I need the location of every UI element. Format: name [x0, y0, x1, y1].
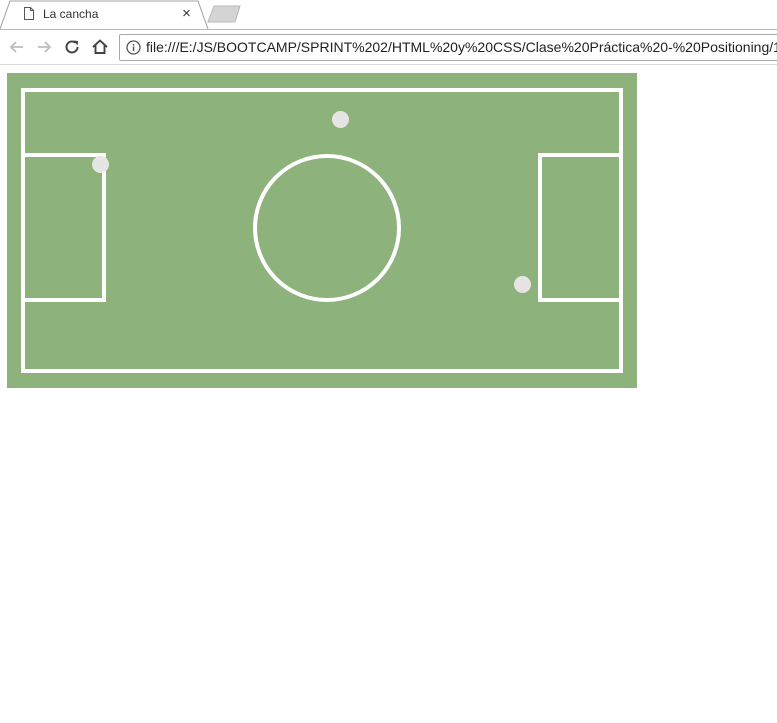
reload-button[interactable]: [62, 37, 82, 57]
info-icon[interactable]: [126, 40, 141, 55]
address-bar[interactable]: file:///E:/JS/BOOTCAMP/SPRINT%202/HTML%2…: [119, 34, 777, 61]
home-icon: [92, 39, 108, 54]
arrow-left-icon: [9, 41, 23, 53]
center-circle: [253, 154, 401, 302]
forward-button[interactable]: [34, 37, 54, 57]
player-right[interactable]: [514, 276, 531, 293]
right-penalty-area: [538, 153, 623, 302]
tab-title: La cancha: [43, 7, 99, 21]
home-button[interactable]: [90, 37, 110, 57]
left-penalty-area: [21, 153, 106, 302]
browser-toolbar: file:///E:/JS/BOOTCAMP/SPRINT%202/HTML%2…: [0, 29, 777, 65]
page-icon: [24, 7, 34, 20]
arrow-right-icon: [38, 41, 52, 53]
close-icon[interactable]: ×: [180, 6, 193, 21]
tab-la-cancha[interactable]: La cancha ×: [12, 1, 206, 28]
player-left[interactable]: [92, 156, 109, 173]
back-button[interactable]: [7, 37, 27, 57]
url-text[interactable]: file:///E:/JS/BOOTCAMP/SPRINT%202/HTML%2…: [146, 39, 777, 55]
soccer-field: [7, 73, 637, 388]
new-tab-button[interactable]: [207, 5, 243, 23]
tab-strip: La cancha ×: [0, 0, 777, 29]
field-lines: [21, 88, 623, 373]
player-top-center[interactable]: [332, 111, 349, 128]
field-boundary: [21, 88, 623, 373]
reload-icon: [65, 40, 79, 54]
